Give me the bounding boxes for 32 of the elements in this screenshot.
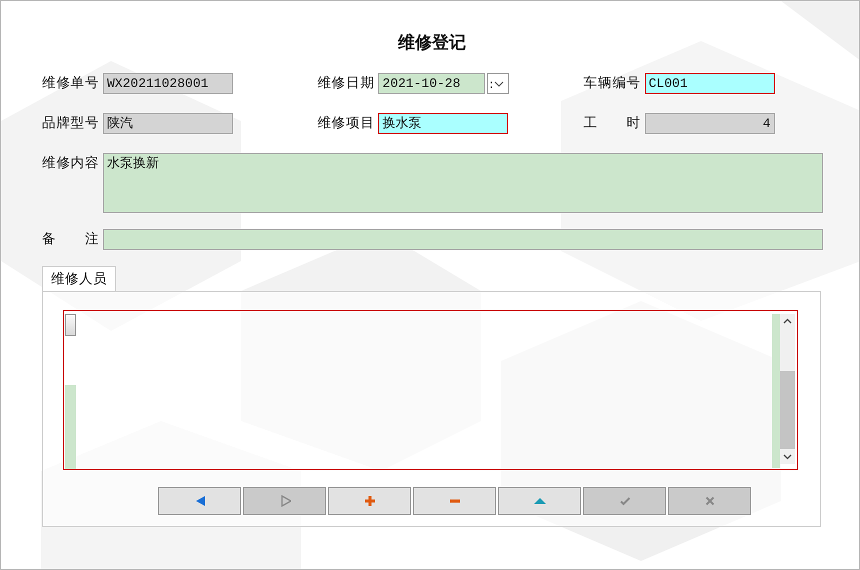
input-field[interactable]: 4: [644, 113, 775, 134]
input-field[interactable]: 陕汽: [103, 113, 233, 134]
input-field[interactable]: 换水泵: [378, 113, 508, 134]
toolbar-button[interactable]: [328, 487, 411, 515]
input-field[interactable]: WX20211028001: [103, 73, 233, 94]
field-label: 工 时: [584, 114, 641, 133]
field-label: 维修日期: [317, 74, 374, 93]
toolbar-button[interactable]: [158, 487, 241, 515]
field-label: 维修单号: [42, 74, 99, 93]
up-triangle-icon: [534, 495, 546, 507]
field-label: 维修内容: [42, 154, 99, 173]
toolbar-button[interactable]: [413, 487, 496, 515]
date-dropdown-button[interactable]: :: [487, 73, 510, 94]
close-icon: [704, 495, 716, 507]
row-indicator: [65, 314, 76, 336]
field-label: 品牌型号: [42, 114, 99, 133]
plus-icon: [364, 495, 376, 507]
form-title: 维修登记: [397, 32, 467, 55]
input-field[interactable]: 水泵换新: [103, 153, 823, 213]
vertical-scrollbar[interactable]: [780, 314, 795, 464]
field-label: 备 注: [42, 230, 99, 249]
input-field[interactable]: 2021-10-28: [378, 73, 486, 94]
checkmark-icon: [618, 495, 630, 507]
left-triangle-icon: [194, 495, 206, 507]
field-label: 维修项目: [317, 114, 374, 133]
right-triangle-icon: [278, 495, 290, 507]
tab[interactable]: 维修人员: [42, 266, 116, 291]
input-field[interactable]: CL001: [644, 73, 775, 94]
field-label: 车辆编号: [584, 74, 641, 93]
chevron-down-icon: [494, 80, 504, 86]
input-field[interactable]: [103, 229, 823, 250]
toolbar-button[interactable]: [498, 487, 581, 515]
